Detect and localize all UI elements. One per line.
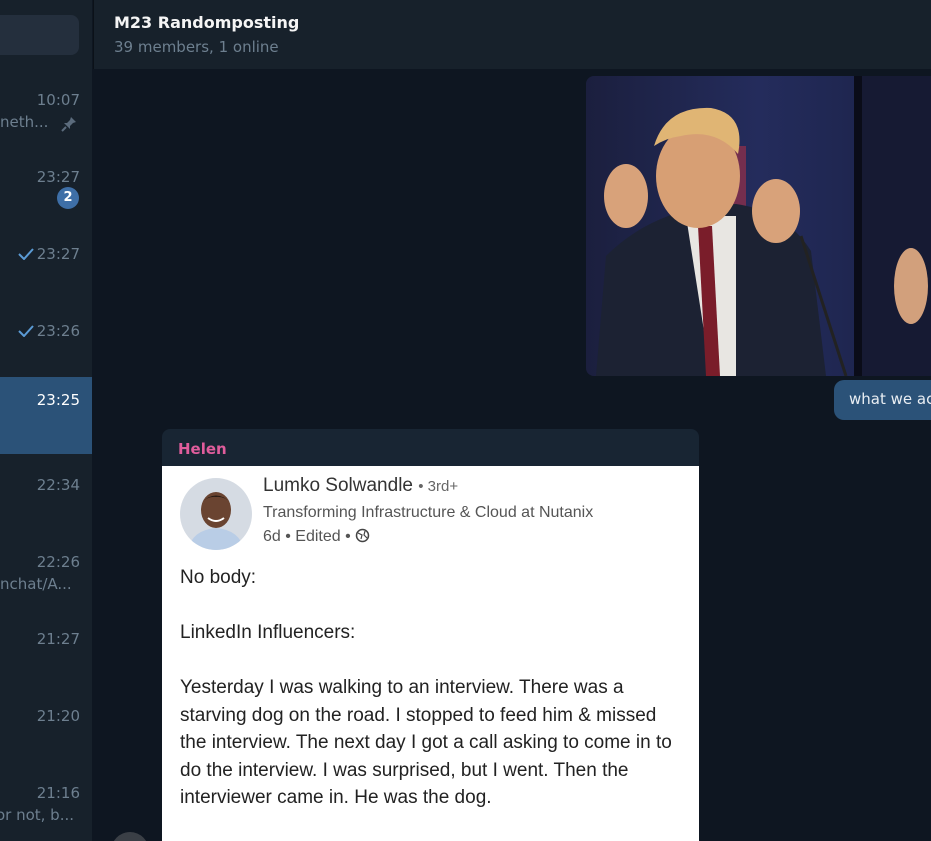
- chat-time: 22:34: [36, 476, 80, 494]
- chat-time-row: 23:27: [18, 245, 80, 263]
- chat-list-item[interactable]: 22:26 nchat/A...: [0, 539, 92, 616]
- post-body: No body: LinkedIn Influencers: Yesterday…: [180, 564, 685, 839]
- chat-list-item[interactable]: 21:27: [0, 616, 92, 693]
- user-avatar[interactable]: [111, 832, 149, 841]
- chat-preview: nchat/A...: [0, 575, 72, 593]
- chat-time: 23:27: [36, 245, 80, 263]
- outgoing-text-message[interactable]: what we ac: [834, 380, 931, 420]
- chat-list-item[interactable]: 21:20: [0, 693, 92, 770]
- chat-time: 21:27: [36, 630, 80, 648]
- chat-time: 23:25: [36, 391, 80, 409]
- chat-time: 21:16: [36, 784, 80, 802]
- chat-time-row: 23:26: [18, 322, 80, 340]
- chat-member-status: 39 members, 1 online: [114, 38, 279, 56]
- post-paragraph: LinkedIn Influencers:: [180, 622, 356, 643]
- chat-list-item[interactable]: 23:27 2: [0, 154, 92, 231]
- chat-list-item[interactable]: 23:27: [0, 231, 92, 308]
- unread-badge: 2: [57, 187, 79, 209]
- profile-name-row: Lumko Solwandle • 3rd+: [263, 475, 458, 497]
- chat-time: 23:26: [36, 322, 80, 340]
- chat-list-item[interactable]: 10:07 neth...: [0, 77, 92, 154]
- chat-title[interactable]: M23 Randomposting: [114, 13, 299, 32]
- profile-avatar: [180, 478, 252, 550]
- photo-message[interactable]: [586, 76, 931, 376]
- connection-degree: • 3rd+: [418, 478, 459, 495]
- post-paragraph: No body:: [180, 567, 257, 588]
- chat-time: 23:27: [36, 168, 80, 186]
- chat-time: 22:26: [36, 553, 80, 571]
- profile-name: Lumko Solwandle: [263, 475, 413, 496]
- chat-list-sidebar: 10:07 neth... 23:27 2 23:27 23:26 23:25 …: [0, 0, 92, 841]
- profile-headline: Transforming Infrastructure & Cloud at N…: [263, 504, 594, 521]
- post-meta: 6d • Edited •: [263, 528, 351, 545]
- read-check-icon: [18, 325, 34, 337]
- post-meta-row: 6d • Edited •: [263, 528, 370, 546]
- incoming-message[interactable]: Helen Lumko Solwandle • 3rd+ Transformin…: [162, 429, 699, 841]
- chat-list-item[interactable]: 23:26: [0, 308, 92, 385]
- attached-screenshot[interactable]: Lumko Solwandle • 3rd+ Transforming Infr…: [162, 466, 699, 841]
- sender-name[interactable]: Helen: [178, 440, 227, 458]
- read-check-icon: [18, 248, 34, 260]
- photo-image: [586, 76, 931, 376]
- pin-icon: [61, 117, 76, 132]
- chat-list-item[interactable]: 21:16 or not, b...: [0, 770, 92, 841]
- search-input[interactable]: [0, 15, 79, 55]
- post-paragraph: Yesterday I was walking to an interview.…: [180, 677, 672, 808]
- globe-icon: [355, 528, 370, 543]
- chat-list-item[interactable]: 22:34: [0, 462, 92, 539]
- chat-preview: or not, b...: [0, 806, 74, 824]
- chat-header[interactable]: M23 Randomposting 39 members, 1 online: [93, 0, 931, 69]
- chat-time: 21:20: [36, 707, 80, 725]
- chat-list-item-active[interactable]: 23:25: [0, 377, 92, 454]
- chat-time: 10:07: [36, 91, 80, 109]
